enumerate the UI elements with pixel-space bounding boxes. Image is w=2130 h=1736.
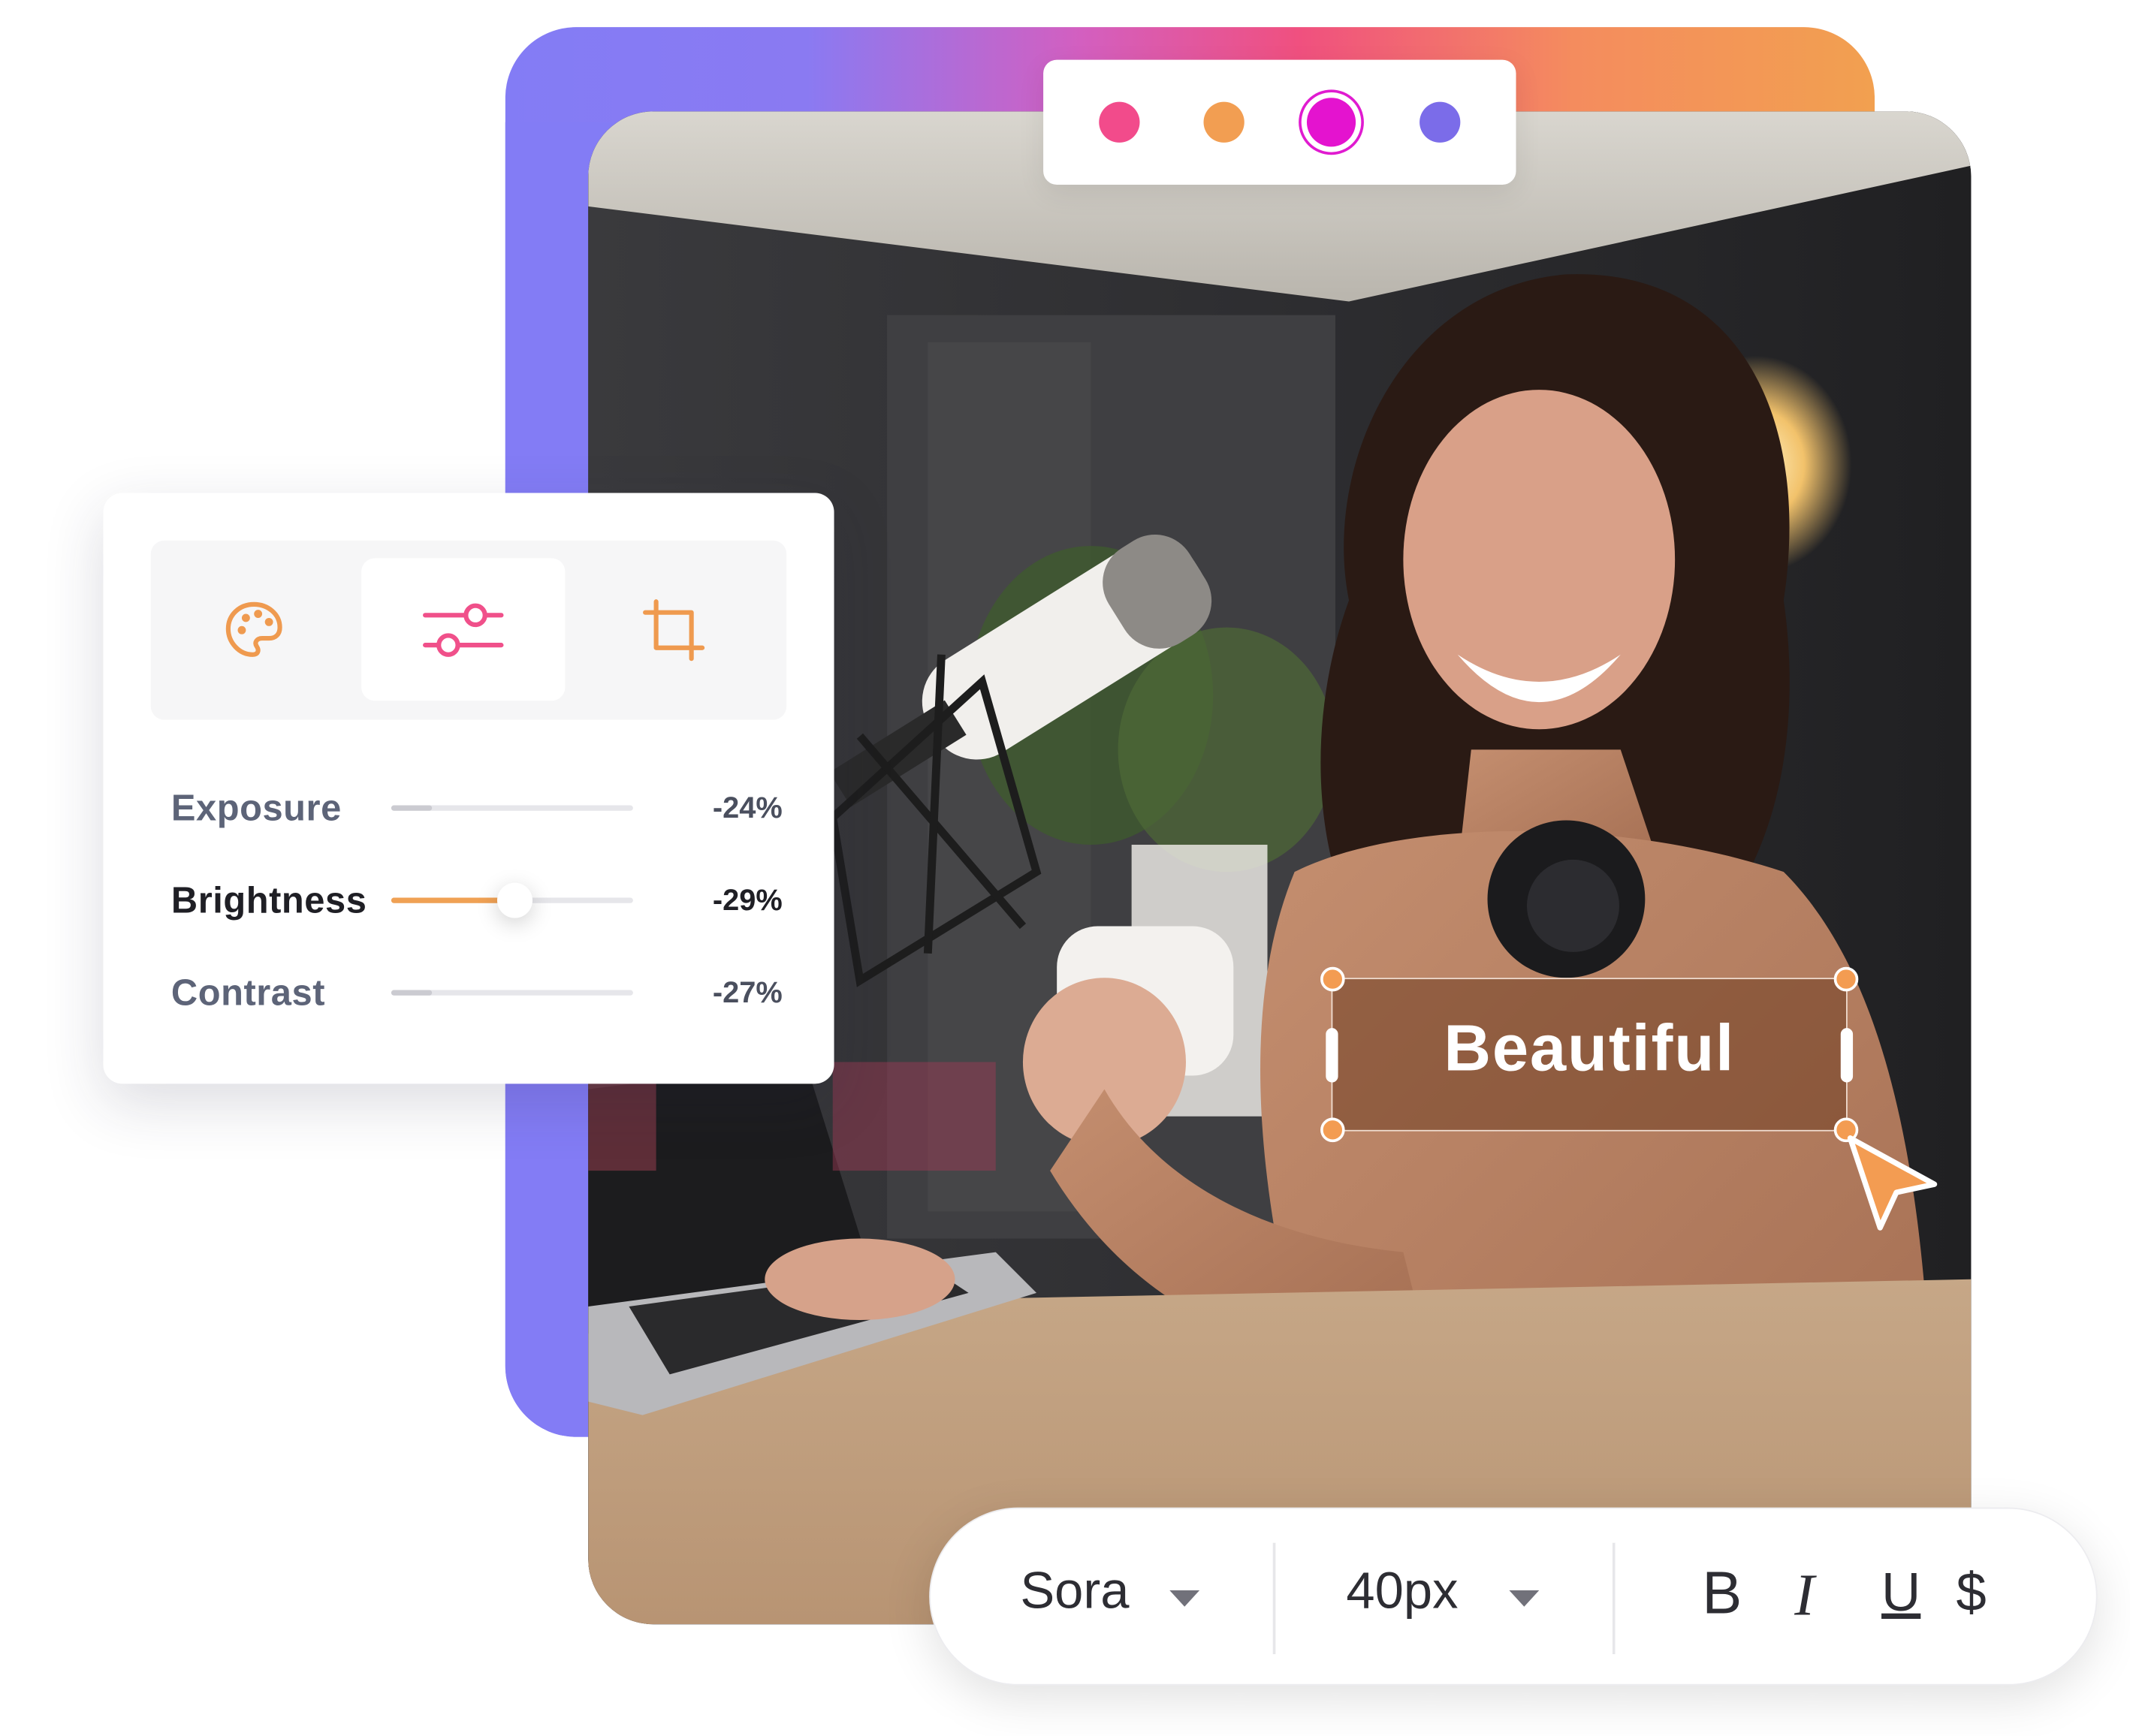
color-swatch-purple[interactable]: [1419, 101, 1460, 143]
exposure-slider[interactable]: [391, 805, 633, 811]
text-layer-content[interactable]: Beautiful: [1332, 1011, 1846, 1086]
adjustment-value: -24%: [712, 790, 783, 824]
toolbar-divider: [1272, 1542, 1276, 1654]
sliders-icon: [423, 602, 504, 656]
crop-icon: [643, 598, 705, 661]
adjustment-value: -27%: [712, 975, 783, 1009]
contrast-slider[interactable]: [391, 990, 633, 996]
bold-button[interactable]: B: [1702, 1560, 1742, 1628]
adjustment-brightness: Brightness -29%: [171, 872, 783, 926]
tab-crop[interactable]: [572, 558, 775, 701]
adjustment-value: -29%: [712, 882, 783, 917]
font-family-select[interactable]: Sora: [1020, 1563, 1129, 1622]
adjustment-label: Contrast: [170, 972, 326, 1014]
color-swatch-pink[interactable]: [1099, 101, 1140, 143]
color-swatch-orange[interactable]: [1203, 101, 1245, 143]
pointer-arrow-icon: [1847, 1135, 1938, 1231]
tool-tabs: [150, 540, 787, 720]
slider-fill: [391, 897, 515, 903]
adjustment-label: Brightness: [170, 880, 367, 921]
slider-fill: [391, 805, 433, 811]
editor-canvas: Exposure -24% Brightness -29% Contrast -…: [0, 0, 2130, 1736]
tab-adjust[interactable]: [361, 558, 566, 701]
resize-handle-left[interactable]: [1326, 1028, 1338, 1083]
resize-handle-right[interactable]: [1840, 1028, 1854, 1083]
adjustment-exposure: Exposure -24%: [171, 779, 783, 833]
adjustment-label: Exposure: [170, 788, 342, 829]
chevron-down-icon[interactable]: [1509, 1590, 1540, 1607]
adjustment-contrast: Contrast -27%: [171, 964, 783, 1018]
italic-button[interactable]: I: [1794, 1560, 1815, 1629]
resize-handle-top-right[interactable]: [1833, 966, 1859, 992]
strikethrough-button[interactable]: $: [1957, 1563, 1987, 1624]
chevron-down-icon[interactable]: [1169, 1590, 1200, 1607]
resize-handle-bottom-left[interactable]: [1320, 1117, 1345, 1143]
tab-color[interactable]: [152, 558, 356, 701]
brightness-slider[interactable]: [391, 882, 633, 918]
text-layer-box[interactable]: Beautiful: [1320, 966, 1859, 1143]
adjustments-panel: Exposure -24% Brightness -29% Contrast -…: [103, 493, 834, 1084]
color-swatch-magenta[interactable]: [1307, 98, 1356, 147]
slider-fill: [391, 990, 433, 996]
underline-button[interactable]: U: [1881, 1563, 1920, 1624]
palette-icon: [225, 601, 282, 656]
text-format-toolbar: Sora 40px B I U $: [929, 1507, 2098, 1686]
toolbar-divider: [1612, 1542, 1616, 1654]
color-picker: [1043, 59, 1516, 185]
resize-handle-top-left[interactable]: [1320, 966, 1345, 992]
font-size-select[interactable]: 40px: [1346, 1563, 1458, 1622]
slider-handle[interactable]: [496, 882, 532, 918]
